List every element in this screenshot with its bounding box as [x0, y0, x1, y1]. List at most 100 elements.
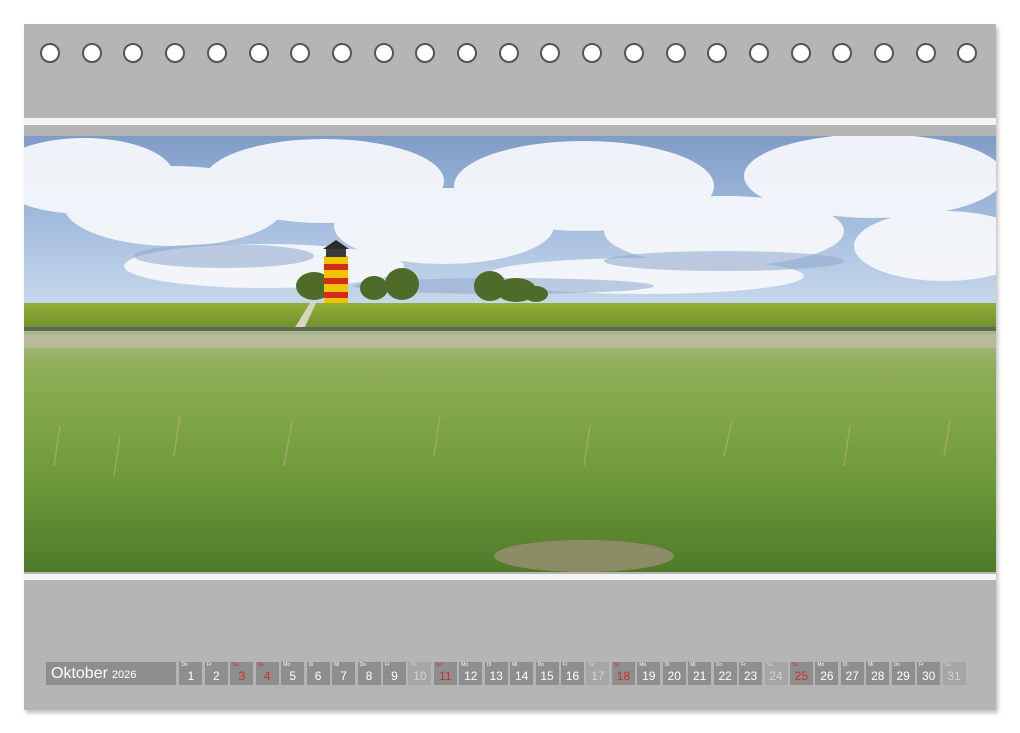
weekday-label: Mo — [639, 662, 647, 668]
calendar-day: So 25 — [789, 662, 813, 685]
binding-hole — [331, 43, 352, 63]
calendar-day: Di 20 — [662, 662, 686, 685]
binding-hole — [373, 43, 394, 63]
binding-hole — [582, 43, 603, 63]
calendar-day: Do 22 — [713, 662, 737, 685]
binding-hole — [123, 43, 144, 63]
weekday-label: So — [257, 662, 264, 668]
weekday-label: So — [435, 662, 442, 668]
calendar-day: Sa 3 — [230, 662, 254, 685]
day-number: 20 — [667, 669, 681, 683]
weekday-label: Do — [537, 662, 544, 668]
dike — [24, 303, 996, 329]
day-number: 29 — [896, 669, 910, 683]
weekday-label: Do — [181, 662, 188, 668]
day-number: 15 — [540, 669, 554, 683]
binding-hole — [40, 43, 60, 63]
weekday-label: Di — [842, 662, 848, 668]
month-label: Oktober 2026 — [46, 662, 176, 685]
weekday-label: Do — [893, 662, 901, 668]
day-number: 24 — [769, 669, 783, 683]
weekday-label: Fr — [206, 662, 212, 668]
day-number: 31 — [947, 669, 961, 683]
lighthouse — [323, 240, 349, 304]
day-number: 25 — [794, 669, 809, 683]
weekday-label: Fr — [919, 662, 924, 668]
day-number: 14 — [514, 669, 529, 683]
binding-hole — [623, 43, 644, 63]
weekday-label: Di — [486, 662, 492, 668]
calendar-day: Di 27 — [840, 662, 864, 685]
weekday-label: Di — [664, 662, 670, 668]
day-number: 9 — [391, 669, 398, 683]
calendar-day: Fr 9 — [382, 662, 406, 685]
calendar-day: Mi 28 — [866, 662, 890, 685]
calendar-day: Do 8 — [357, 662, 381, 685]
weekday-label: Mo — [461, 662, 469, 668]
binding-hole — [915, 43, 936, 63]
dike-lighthouse-scene — [24, 136, 996, 572]
weekday-label: Sa — [588, 662, 595, 668]
weekday-label: Mo — [817, 662, 825, 668]
calendar-day: Fr 23 — [739, 662, 763, 685]
calendar-day: Do 1 — [179, 662, 203, 685]
weekday-label: Mo — [283, 662, 291, 668]
calendar-day: Di 13 — [484, 662, 508, 685]
calendar-page: Oktober 2026 Do 1 Fr 2 Sa 3 So 4 Mo 5 Di 6 Mi 7 Do 8 Fr 9… — [24, 24, 996, 710]
day-number: 4 — [263, 669, 271, 683]
binding-hole — [290, 43, 311, 63]
day-number: 7 — [340, 669, 347, 683]
calendar-day: Fr 30 — [917, 662, 941, 685]
binding-hole — [957, 43, 978, 63]
weekday-label: Sa — [944, 662, 951, 668]
weekday-label: Mi — [334, 662, 340, 668]
day-number: 3 — [238, 669, 246, 683]
day-number: 2 — [213, 669, 220, 683]
landscape-photo — [24, 136, 996, 572]
calendar-day: Sa 10 — [408, 662, 432, 685]
binding-hole — [457, 43, 477, 63]
binding-hole — [665, 43, 686, 63]
day-number: 11 — [439, 669, 452, 683]
binding-hole — [165, 43, 186, 63]
day-number: 21 — [693, 669, 707, 683]
weekday-label: Mi — [512, 662, 518, 668]
calendar-day: So 4 — [255, 662, 279, 685]
weekday-label: Sa — [232, 662, 239, 668]
day-number: 5 — [289, 669, 297, 683]
weekday-label: So — [613, 662, 620, 668]
weekday-label: Fr — [384, 662, 390, 668]
calendar-day: Do 15 — [535, 662, 559, 685]
weekday-label: Mi — [690, 662, 696, 668]
binding-hole — [832, 43, 853, 63]
day-number: 8 — [365, 669, 373, 683]
weekday-label: Mi — [868, 662, 874, 668]
day-number: 19 — [642, 669, 656, 683]
month-year: 2026 — [111, 669, 137, 681]
weekday-label: Fr — [563, 662, 568, 668]
calendar-day: Sa 31 — [942, 662, 966, 685]
calendar-day: Sa 17 — [586, 662, 610, 685]
day-number: 26 — [820, 669, 834, 683]
day-number: 27 — [845, 669, 859, 683]
binding-hole — [707, 43, 728, 63]
weekday-label: Sa — [766, 662, 773, 668]
weekday-label: Fr — [741, 662, 746, 668]
weekday-label: Di — [308, 662, 314, 668]
weekday-label: Do — [715, 662, 723, 668]
day-number: 16 — [565, 669, 580, 683]
calendar-day: Fr 2 — [204, 662, 228, 685]
day-number: 23 — [743, 669, 758, 683]
day-number: 28 — [871, 669, 885, 683]
calendar-day: Mi 21 — [688, 662, 712, 685]
binding-hole — [790, 43, 811, 63]
binding-hole — [498, 43, 519, 63]
calendar-day: Di 6 — [306, 662, 330, 685]
day-number: 30 — [921, 669, 936, 683]
binding-hole — [248, 43, 269, 63]
mud-patch — [494, 540, 674, 572]
calendar-day: So 18 — [611, 662, 635, 685]
calendar-day: Sa 24 — [764, 662, 788, 685]
day-number: 6 — [314, 669, 322, 683]
weekday-label: Do — [359, 662, 366, 668]
